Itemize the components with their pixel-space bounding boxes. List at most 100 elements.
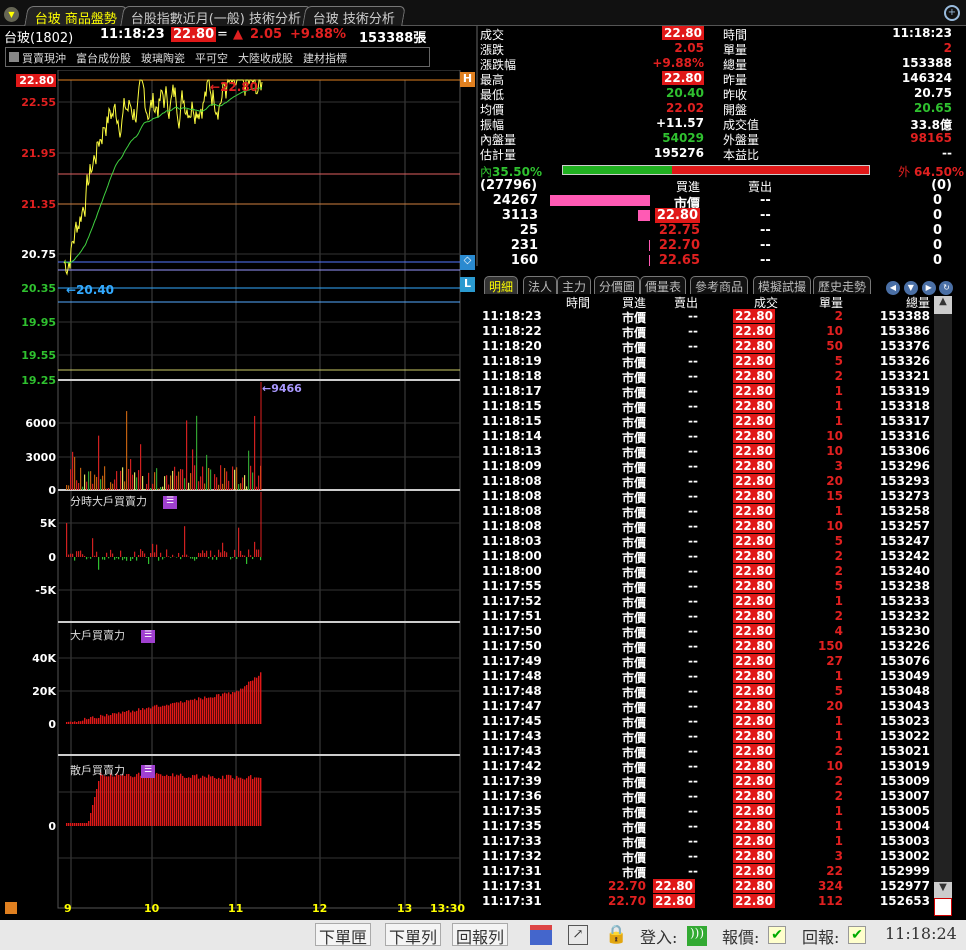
p4-bar (118, 774, 120, 826)
tick-row[interactable]: 11:17:36 市價 -- 22.80 2 153007 (478, 789, 933, 805)
subtab-6[interactable]: 模擬試撮 (753, 276, 812, 294)
tick-row[interactable]: 11:17:47 市價 -- 22.80 20 153043 (478, 699, 933, 715)
tag[interactable]: 大陸收成股 (238, 52, 293, 65)
tag[interactable]: 買賣現沖 (22, 52, 66, 65)
tag[interactable]: 建材指標 (303, 52, 347, 65)
tick-row[interactable]: 11:18:18 市價 -- 22.80 2 153321 (478, 369, 933, 385)
tick-row[interactable]: 11:17:43 市價 -- 22.80 1 153022 (478, 729, 933, 745)
tick-row[interactable]: 11:17:35 市價 -- 22.80 1 153004 (478, 819, 933, 835)
tick-row[interactable]: 11:18:13 市價 -- 22.80 10 153306 (478, 444, 933, 460)
volume-bar (108, 487, 110, 490)
order-bar-button[interactable]: 下單列 (385, 923, 442, 947)
tick-row[interactable]: 11:18:08 市價 -- 22.80 20 153293 (478, 474, 933, 490)
subtab-3[interactable]: 分價圖 (594, 276, 641, 294)
p2-bar (210, 550, 212, 557)
tick-row[interactable]: 11:17:45 市價 -- 22.80 1 153023 (478, 714, 933, 730)
p3-bar (238, 691, 240, 724)
list-icon[interactable]: ☰ (163, 495, 177, 509)
list-icon[interactable]: ☰ (141, 764, 155, 778)
tab-overview[interactable]: 台玻 商品盤勢 (24, 6, 128, 27)
tab-stock-ta[interactable]: 台玻 技術分析 (302, 6, 406, 27)
down-icon[interactable]: ▼ (903, 281, 918, 295)
subtab-7[interactable]: 歷史走勢 (813, 276, 872, 294)
tag[interactable]: 平可空 (195, 52, 228, 65)
p4-bar (182, 775, 184, 826)
tick-row[interactable]: 11:17:50 市價 -- 22.80 4 153230 (478, 624, 933, 640)
tick-row[interactable]: 11:18:00 市價 -- 22.80 2 153242 (478, 549, 933, 565)
tick-row[interactable]: 11:18:09 市價 -- 22.80 3 153296 (478, 459, 933, 475)
p3-bar (174, 702, 176, 724)
p2-bar (102, 557, 104, 560)
tick-row[interactable]: 11:18:19 市價 -- 22.80 5 153326 (478, 354, 933, 370)
tick-row[interactable]: 11:18:17 市價 -- 22.80 1 153319 (478, 384, 933, 400)
tick-row[interactable]: 11:18:08 市價 -- 22.80 15 153273 (478, 489, 933, 505)
tick-row[interactable]: 11:18:03 市價 -- 22.80 5 153247 (478, 534, 933, 550)
refresh-icon[interactable]: ↻ (939, 281, 954, 295)
subtab-0[interactable]: 明細 (484, 276, 519, 294)
lock-icon[interactable]: 🔒 (605, 924, 627, 945)
menu-dropdown-icon[interactable]: ▼ (4, 7, 19, 22)
report-bar-button[interactable]: 回報列 (452, 923, 509, 947)
p2-bar (202, 550, 204, 557)
tick-row[interactable]: 11:17:31 22.70 22.80 22.80 324 152977 (478, 879, 933, 894)
subtab-1[interactable]: 法人 (523, 276, 558, 294)
scroll-up-icon[interactable]: ▲ (934, 296, 952, 314)
tick-row[interactable]: 11:18:22 市價 -- 22.80 10 153386 (478, 324, 933, 340)
p3-bar (228, 692, 230, 724)
tick-row[interactable]: 11:18:08 市價 -- 22.80 1 153258 (478, 504, 933, 520)
scroll-down-icon[interactable]: ▼ (934, 882, 952, 898)
tick-row[interactable]: 11:18:08 市價 -- 22.80 10 153257 (478, 519, 933, 535)
tick-row[interactable]: 11:18:20 市價 -- 22.80 50 153376 (478, 339, 933, 355)
tick-row[interactable]: 11:17:49 市價 -- 22.80 27 153076 (478, 654, 933, 670)
tick-row[interactable]: 11:17:52 市價 -- 22.80 1 153233 (478, 594, 933, 610)
next-icon[interactable]: ▶ (921, 281, 936, 295)
calendar-icon[interactable] (530, 925, 552, 945)
tab-index-ta[interactable]: 台股指數近月(一般) 技術分析 (120, 6, 313, 27)
zoom-icon[interactable]: + (944, 5, 960, 21)
prev-icon[interactable]: ◀ (886, 281, 900, 295)
tag[interactable]: 富台成份股 (76, 52, 131, 65)
tick-row[interactable]: 11:17:42 市價 -- 22.80 10 153019 (478, 759, 933, 775)
popout-icon[interactable]: ↗ (568, 925, 588, 945)
p2-bar (212, 557, 214, 560)
low-button[interactable]: L (460, 277, 475, 292)
subtab-4[interactable]: 價量表 (640, 276, 687, 294)
p4-bar (168, 776, 170, 826)
tag[interactable]: 玻璃陶瓷 (141, 52, 185, 65)
tick-row[interactable]: 11:17:51 市價 -- 22.80 2 153232 (478, 609, 933, 625)
scrollbar[interactable]: ▲ ▼ (934, 296, 952, 916)
tick-row[interactable]: 11:18:00 市價 -- 22.80 2 153240 (478, 564, 933, 580)
subtab-2[interactable]: 主力 (557, 276, 592, 294)
tick-row[interactable]: 11:17:31 22.70 22.80 22.80 112 152653 (478, 894, 933, 909)
tick-row[interactable]: 11:17:33 市價 -- 22.80 1 153003 (478, 834, 933, 850)
high-button[interactable]: H (460, 72, 475, 87)
subtab-5[interactable]: 參考商品 (690, 276, 749, 294)
tick-row[interactable]: 11:18:14 市價 -- 22.80 10 153316 (478, 429, 933, 445)
tick-row[interactable]: 11:17:31 市價 -- 22.80 22 152999 (478, 864, 933, 880)
quote-label: 報價: (722, 928, 760, 947)
tick-row[interactable]: 11:18:15 市價 -- 22.80 1 153317 (478, 414, 933, 430)
tick-row[interactable]: 11:17:39 市價 -- 22.80 2 153009 (478, 774, 933, 790)
tick-row[interactable]: 11:17:55 市價 -- 22.80 5 153238 (478, 579, 933, 595)
p3-bar (184, 702, 186, 724)
checkbox-icon[interactable] (9, 52, 19, 62)
tick-row[interactable]: 11:17:48 市價 -- 22.80 1 153049 (478, 669, 933, 685)
tick-row[interactable]: 11:17:43 市價 -- 22.80 2 153021 (478, 744, 933, 760)
list-icon[interactable] (934, 898, 952, 916)
tick-row[interactable]: 11:17:48 市價 -- 22.80 5 153048 (478, 684, 933, 700)
tick-row[interactable]: 11:18:23 市價 -- 22.80 2 153388 (478, 309, 933, 325)
p4-bar (234, 779, 236, 826)
p4-bar (92, 805, 94, 826)
volume-bar (72, 451, 74, 490)
volume-bar (140, 444, 142, 490)
tick-row[interactable]: 11:17:35 市價 -- 22.80 1 153005 (478, 804, 933, 820)
volume-bar (238, 484, 240, 490)
settings-icon[interactable] (5, 902, 17, 914)
list-icon[interactable]: ☰ (141, 629, 155, 643)
order-box-button[interactable]: 下單匣 (315, 923, 372, 947)
tick-row[interactable]: 11:17:32 市價 -- 22.80 3 153002 (478, 849, 933, 865)
volume-bar (250, 465, 252, 490)
tick-row[interactable]: 11:18:15 市價 -- 22.80 1 153318 (478, 399, 933, 415)
tick-row[interactable]: 11:17:50 市價 -- 22.80 150 153226 (478, 639, 933, 655)
diamond-icon[interactable]: ◇ (460, 255, 475, 270)
